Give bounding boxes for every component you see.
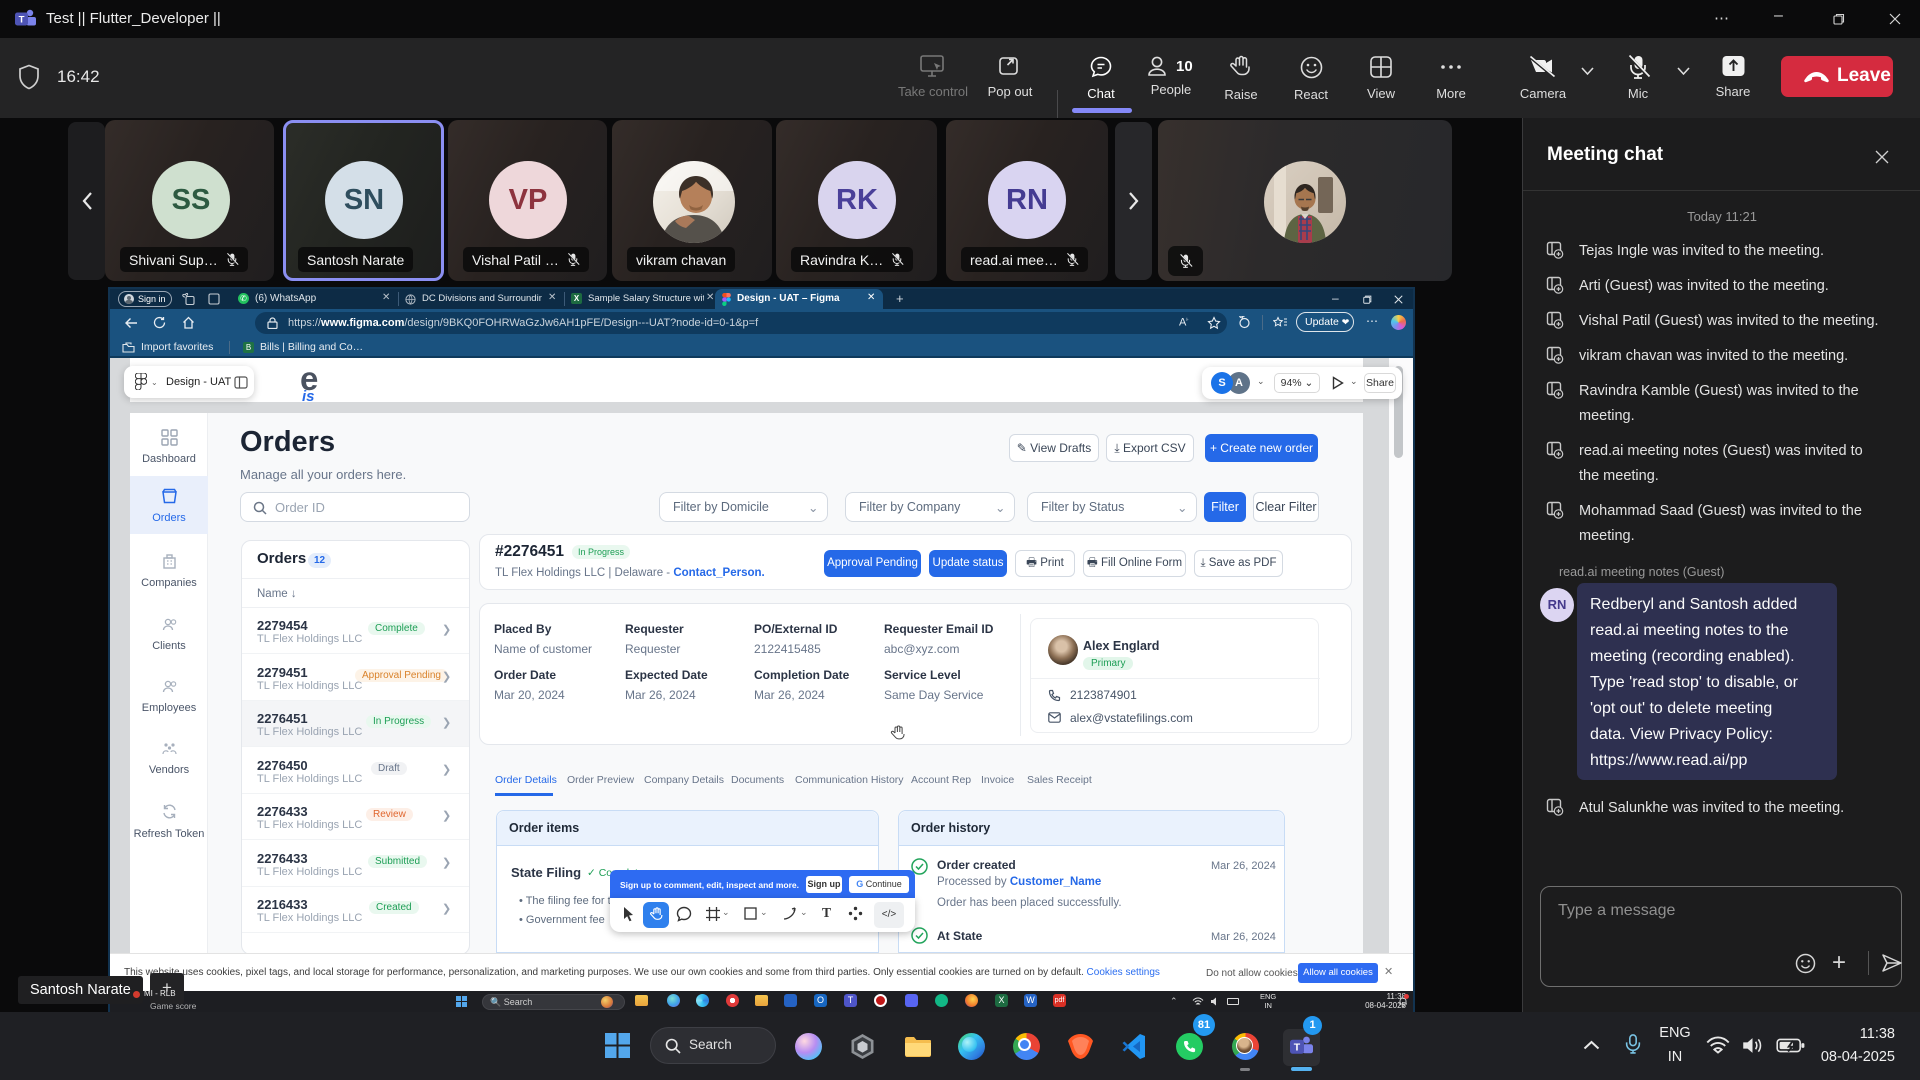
svg-text:10: 10 [1176,58,1193,75]
svg-text:T: T [19,15,25,26]
svg-text:T: T [1294,1042,1301,1054]
